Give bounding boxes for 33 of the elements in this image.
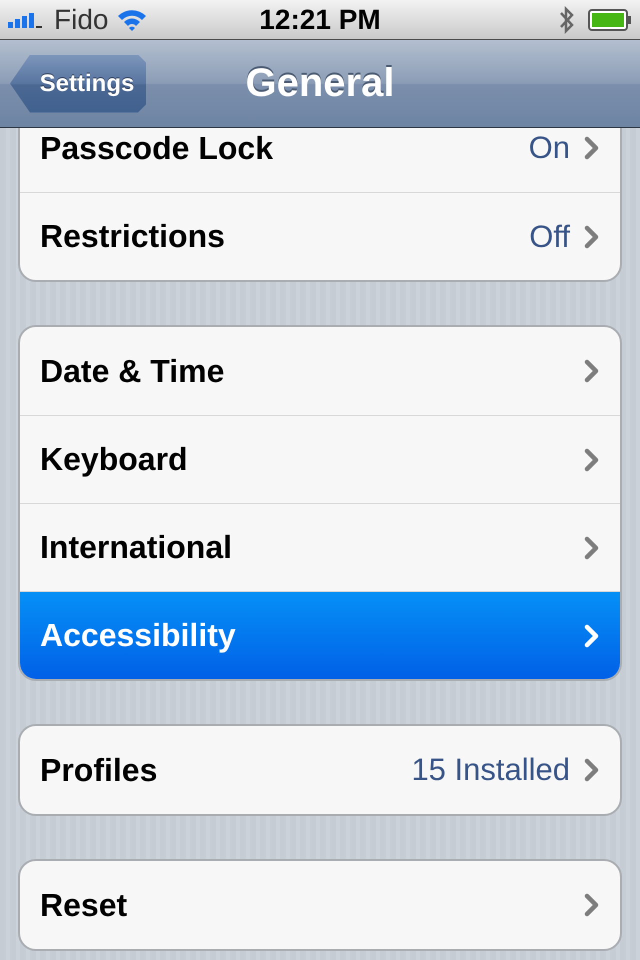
- carrier-name: Fido: [54, 4, 108, 36]
- settings-row[interactable]: Restrictions Off: [20, 192, 620, 280]
- battery-icon: [588, 8, 632, 30]
- row-label: Accessibility: [40, 617, 237, 654]
- row-label: Keyboard: [40, 441, 189, 478]
- row-label: Profiles: [40, 752, 158, 788]
- chevron-icon: [584, 359, 600, 383]
- row-value: On: [528, 130, 570, 166]
- chevron-icon: [584, 758, 600, 782]
- chevron-icon: [584, 224, 600, 248]
- row-label: Reset: [40, 886, 128, 924]
- row-value: 15 Installed: [411, 752, 570, 788]
- bluetooth-icon: [558, 4, 576, 34]
- row-label: Date & Time: [40, 352, 226, 390]
- row-label: Passcode Lock: [40, 130, 274, 166]
- chevron-icon: [584, 536, 600, 560]
- settings-row[interactable]: Passcode Lock On: [20, 128, 620, 192]
- settings-row[interactable]: Accessibility: [20, 591, 620, 679]
- settings-row[interactable]: Reset: [20, 861, 620, 949]
- screen-title: General: [246, 61, 394, 106]
- back-button[interactable]: Settings: [10, 54, 146, 112]
- chevron-icon: [584, 624, 600, 648]
- chevron-icon: [584, 893, 600, 917]
- wifi-icon: [116, 8, 148, 32]
- settings-row[interactable]: Date & Time: [20, 327, 620, 415]
- row-label: International: [40, 529, 234, 566]
- chevron-icon: [584, 448, 600, 472]
- chevron-icon: [584, 136, 600, 160]
- row-label: Restrictions: [40, 218, 226, 255]
- row-value: Off: [529, 218, 570, 254]
- clock-time: 12:21 PM: [259, 4, 381, 36]
- settings-row[interactable]: Keyboard: [20, 415, 620, 503]
- settings-row[interactable]: Profiles 15 Installed: [20, 726, 620, 814]
